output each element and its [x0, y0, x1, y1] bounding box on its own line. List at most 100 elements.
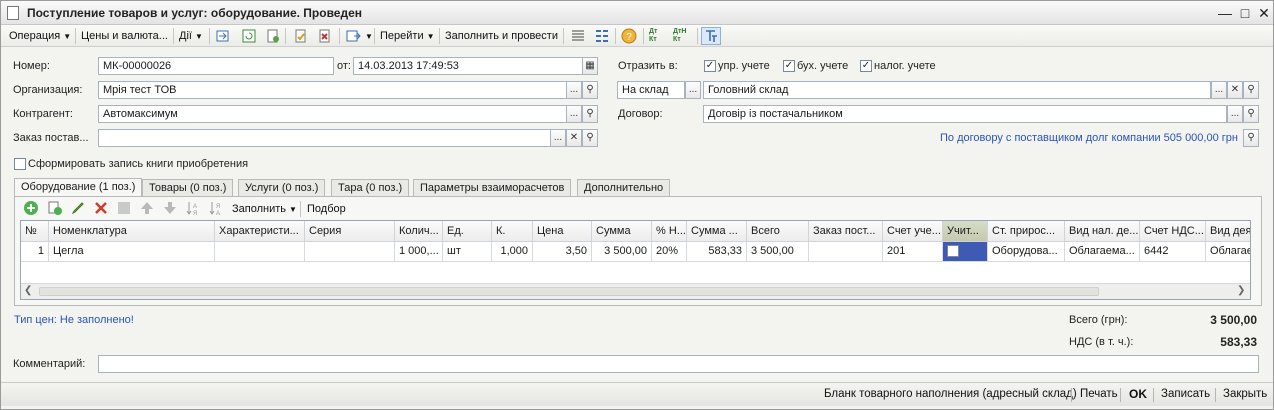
column-header[interactable]: Серия [305, 221, 395, 242]
copy-row-icon[interactable] [47, 200, 63, 216]
maximize-icon[interactable]: □ [1237, 5, 1253, 21]
table-cell[interactable]: Облагае [1206, 242, 1250, 262]
move-icon[interactable] [215, 28, 231, 44]
column-header[interactable]: Ст. прирос... [988, 221, 1065, 242]
prices-currency-button[interactable]: Цены и валюта... [81, 28, 168, 44]
supplier-order-search-icon[interactable]: ⚲ [582, 129, 598, 147]
scroll-left-icon[interactable]: ❮ [24, 285, 32, 296]
delete-row-icon[interactable] [93, 200, 109, 216]
dtn-kt-icon[interactable]: ДтН Кт [673, 28, 693, 44]
warehouse-select-button[interactable]: ... [1211, 81, 1227, 99]
supplier-order-field[interactable] [98, 129, 551, 147]
column-header[interactable]: Цена [533, 221, 592, 242]
contractor-field[interactable]: Автомаксимум [98, 105, 567, 123]
upr-checkbox[interactable]: ✓ [704, 60, 716, 72]
column-header[interactable]: Всего [747, 221, 809, 242]
edit-row-icon[interactable] [70, 200, 86, 216]
table-cell[interactable]: 3,50 [533, 242, 592, 262]
column-header[interactable]: Номенклатура [49, 221, 215, 242]
table-cell-selected[interactable] [943, 242, 988, 262]
contractor-select-button[interactable]: ... [566, 105, 582, 123]
tab-goods[interactable]: Товары (0 поз.) [142, 179, 234, 196]
table-cell[interactable] [305, 242, 395, 262]
column-header[interactable]: № [21, 221, 49, 242]
column-header[interactable]: % Н... [652, 221, 687, 242]
sort-desc-icon[interactable]: ЯА [208, 200, 224, 216]
date-field[interactable]: 14.03.2013 17:49:53 [353, 57, 583, 75]
table-cell[interactable]: 1 000,... [395, 242, 443, 262]
column-header[interactable]: Счет уче... [883, 221, 943, 242]
post-doc-icon[interactable] [293, 28, 309, 44]
goto-menu[interactable]: Перейти ▼ [380, 28, 435, 44]
table-cell[interactable]: 1 [21, 242, 49, 262]
column-header[interactable]: Заказ пост... [809, 221, 883, 242]
copy-doc-icon[interactable] [265, 28, 281, 44]
table-cell[interactable]: 201 [883, 242, 943, 262]
move-up-icon[interactable] [139, 200, 155, 216]
column-header[interactable]: Учит... [943, 221, 988, 242]
blank-fill-button[interactable]: Бланк товарного наполнения (адресный скл… [824, 388, 1077, 400]
column-header[interactable]: К. [492, 221, 533, 242]
create-based-dropdown[interactable]: ▼ [362, 28, 373, 44]
unpost-doc-icon[interactable] [317, 28, 333, 44]
column-header[interactable]: Вид нал. де... [1065, 221, 1140, 242]
end-edit-icon[interactable] [116, 200, 132, 216]
price-type-link[interactable]: Тип цен: Не заполнено! [14, 314, 134, 326]
filter-toggle-icon[interactable] [701, 27, 721, 45]
number-field[interactable]: МК-00000026 [98, 57, 334, 75]
horizontal-scrollbar[interactable]: ❮ ❯ [21, 283, 1250, 299]
column-header[interactable]: Счет НДС... [1140, 221, 1206, 242]
tab-services[interactable]: Услуги (0 поз.) [238, 179, 326, 196]
table-cell[interactable]: 3 500,00 [592, 242, 652, 262]
nalog-checkbox[interactable]: ✓ [860, 60, 872, 72]
table-cell[interactable]: шт [443, 242, 492, 262]
contract-select-button[interactable]: ... [1227, 105, 1243, 123]
fill-and-post-button[interactable]: Заполнить и провести [445, 28, 558, 44]
tab-additional[interactable]: Дополнительно [577, 179, 671, 196]
contract-search-icon[interactable]: ⚲ [1243, 105, 1259, 123]
table-cell[interactable]: 20% [652, 242, 687, 262]
move-down-icon[interactable] [162, 200, 178, 216]
close-icon[interactable]: ✕ [1256, 5, 1272, 21]
tab-settlement-params[interactable]: Параметры взаиморасчетов [413, 179, 572, 196]
sort-asc-icon[interactable]: АЯ [185, 200, 201, 216]
pick-items-button[interactable]: Подбор [307, 201, 346, 217]
warehouse-field[interactable]: Головний склад [703, 81, 1211, 99]
scroll-thumb[interactable] [39, 287, 1099, 296]
organization-search-icon[interactable]: ⚲ [582, 81, 598, 99]
column-header[interactable]: Сумма ... [687, 221, 747, 242]
scroll-right-icon[interactable]: ❯ [1237, 285, 1245, 296]
contract-field[interactable]: Договір із постачальником [703, 105, 1227, 123]
warehouse-clear-icon[interactable]: ✕ [1227, 81, 1243, 99]
organization-field[interactable]: Мрія тест ТОВ [98, 81, 567, 99]
column-header[interactable]: Сумма [592, 221, 652, 242]
list-settings-icon[interactable] [594, 28, 610, 44]
table-cell[interactable] [215, 242, 305, 262]
tab-equipment[interactable]: Оборудование (1 поз.) [14, 178, 143, 196]
supplier-order-select-button[interactable]: ... [550, 129, 566, 147]
operation-menu[interactable]: Операция ▼ [9, 28, 71, 44]
column-header[interactable]: Вид дея [1206, 221, 1250, 242]
calendar-icon[interactable]: ▦ [582, 57, 598, 75]
help-icon[interactable]: ? [621, 28, 637, 44]
debt-info-search-icon[interactable]: ⚲ [1243, 129, 1259, 147]
buh-checkbox[interactable]: ✓ [783, 60, 795, 72]
supplier-order-clear-icon[interactable]: ✕ [566, 129, 582, 147]
table-cell[interactable]: 6442 [1140, 242, 1206, 262]
warehouse-search-icon[interactable]: ⚲ [1243, 81, 1259, 99]
save-button[interactable]: Записать [1161, 388, 1210, 400]
table-cell[interactable]: 583,33 [687, 242, 747, 262]
table-cell[interactable]: Оборудова... [988, 242, 1065, 262]
accounting-checkbox[interactable] [947, 245, 959, 257]
column-header[interactable]: Ед. [443, 221, 492, 242]
fill-table-menu[interactable]: Заполнить ▼ [232, 201, 297, 217]
comment-field[interactable] [98, 355, 1259, 373]
table-cell[interactable]: 1,000 [492, 242, 533, 262]
print-button[interactable]: Печать [1080, 388, 1118, 400]
minimize-icon[interactable]: — [1217, 5, 1233, 21]
warehouse-type-select-button[interactable]: ... [685, 81, 701, 99]
structure-icon[interactable] [570, 28, 586, 44]
purchase-book-checkbox[interactable] [14, 158, 26, 170]
contractor-search-icon[interactable]: ⚲ [582, 105, 598, 123]
table-cell[interactable]: Цегла [49, 242, 215, 262]
